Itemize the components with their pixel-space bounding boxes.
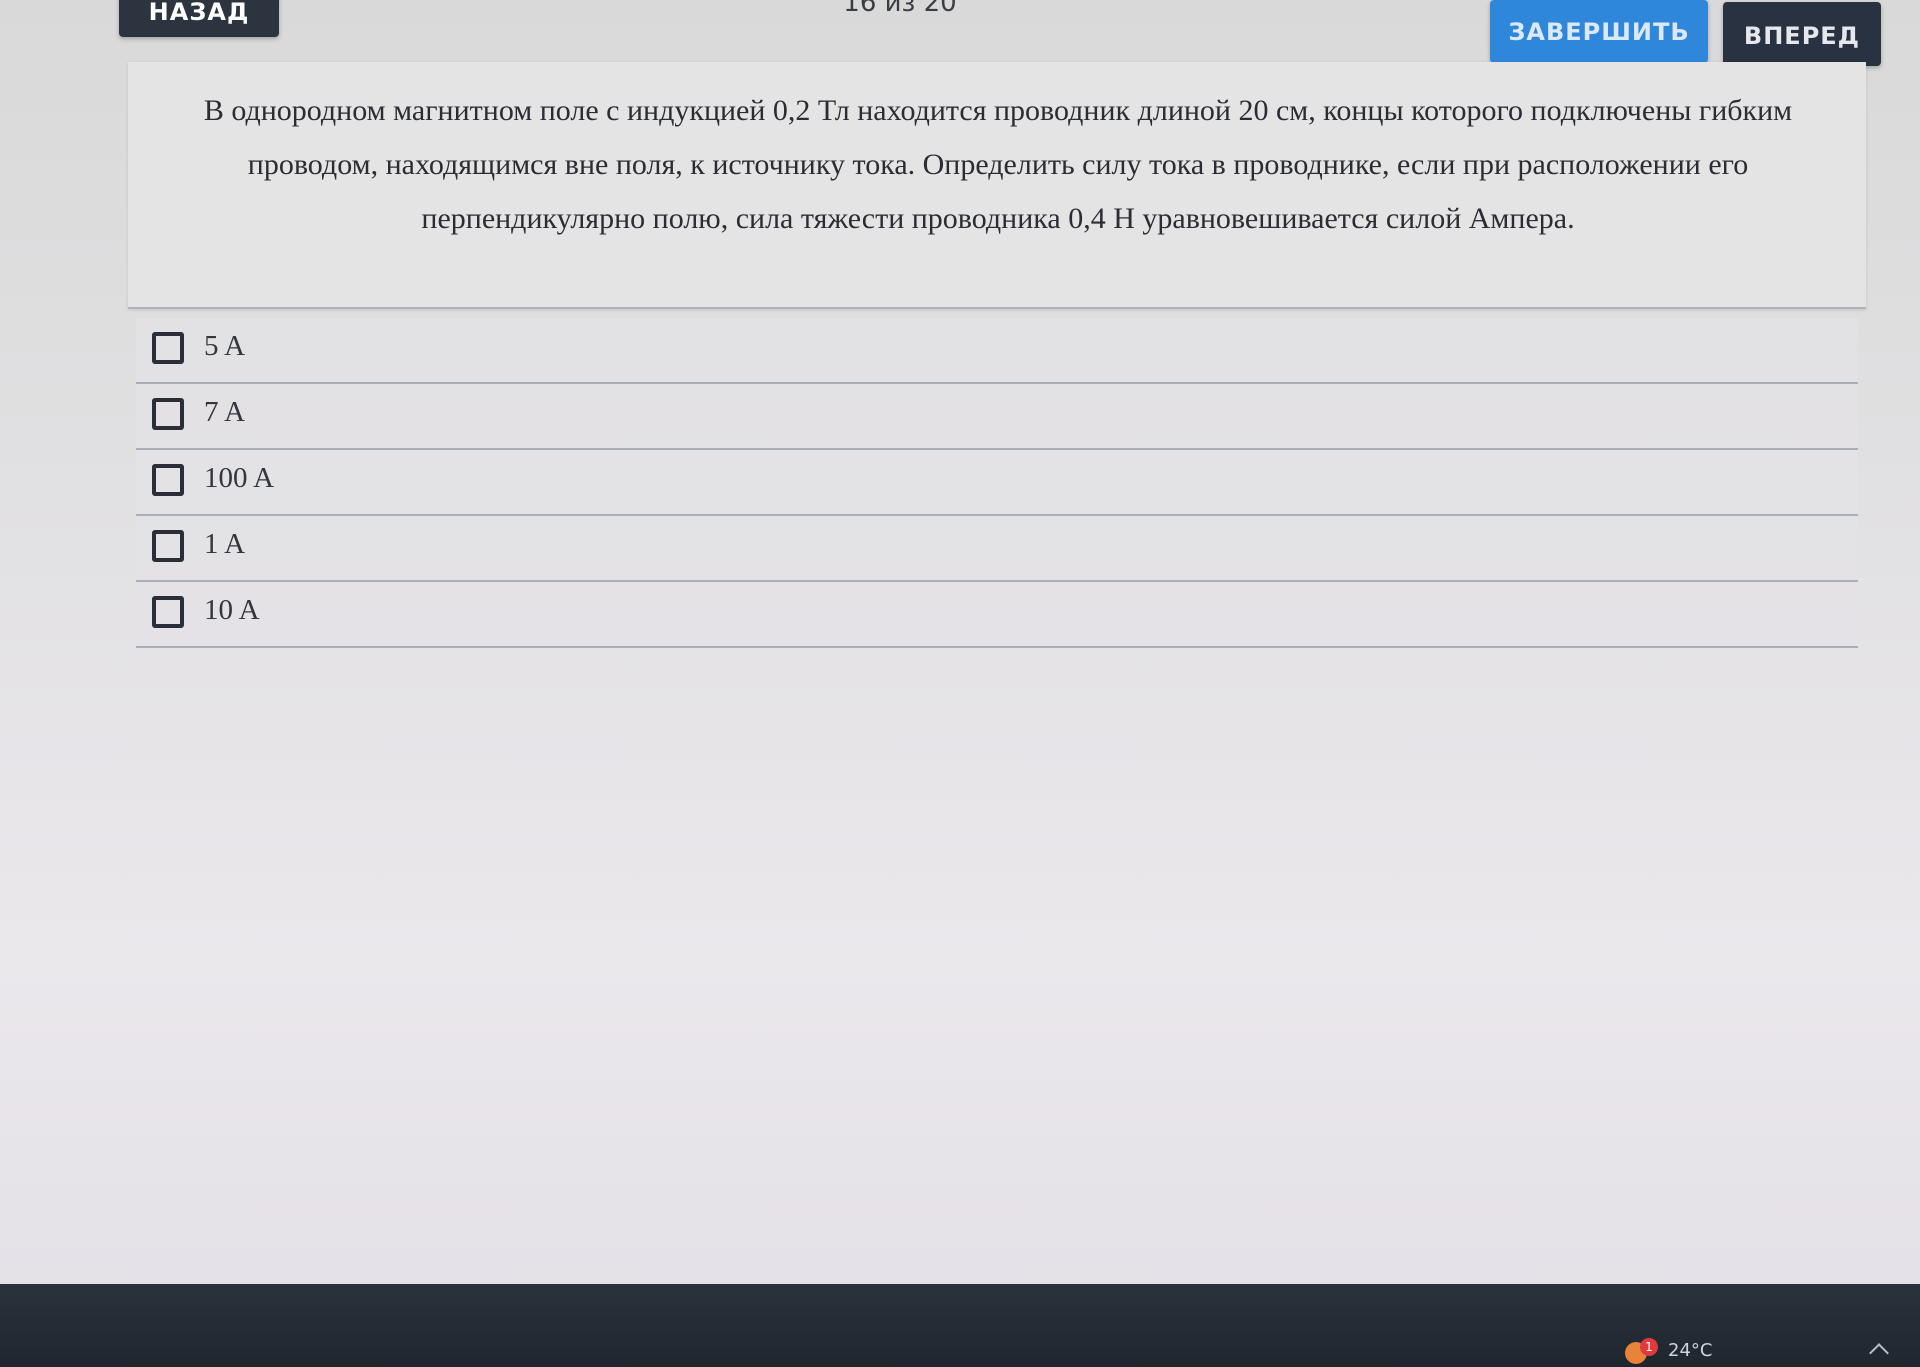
checkbox[interactable] (152, 596, 184, 628)
back-button[interactable]: НАЗАД (119, 0, 279, 37)
answer-option-label: 100 A (204, 462, 275, 494)
question-card: В однородном магнитном поле с индукцией … (128, 62, 1866, 309)
answer-option[interactable]: 1 A (136, 516, 1858, 582)
weather-temperature[interactable]: 24°C (1668, 1340, 1712, 1361)
checkbox[interactable] (152, 398, 184, 430)
checkbox[interactable] (152, 332, 184, 364)
chevron-up-icon[interactable] (1869, 1343, 1889, 1363)
answer-option[interactable]: 5 A (136, 318, 1858, 384)
checkbox[interactable] (152, 530, 184, 562)
checkbox[interactable] (152, 464, 184, 496)
answer-option-label: 7 A (204, 396, 246, 428)
answer-option[interactable]: 10 A (136, 582, 1858, 648)
question-progress: 16 из 20 (843, 0, 957, 18)
finish-button[interactable]: ЗАВЕРШИТЬ (1490, 0, 1708, 63)
answer-option[interactable]: 100 A (136, 450, 1858, 516)
next-button[interactable]: ВПЕРЕД (1723, 2, 1881, 66)
answer-options: 5 A 7 A 100 A 1 A 10 A (136, 318, 1858, 648)
answer-option-label: 1 A (204, 528, 246, 560)
answer-option-label: 10 A (204, 594, 260, 626)
notification-badge: 1 (1640, 1338, 1658, 1356)
answer-option-label: 5 A (204, 330, 246, 362)
answer-option[interactable]: 7 A (136, 384, 1858, 450)
question-text: В однородном магнитном поле с индукцией … (203, 94, 1793, 235)
taskbar: 1 24°C (0, 1284, 1920, 1367)
